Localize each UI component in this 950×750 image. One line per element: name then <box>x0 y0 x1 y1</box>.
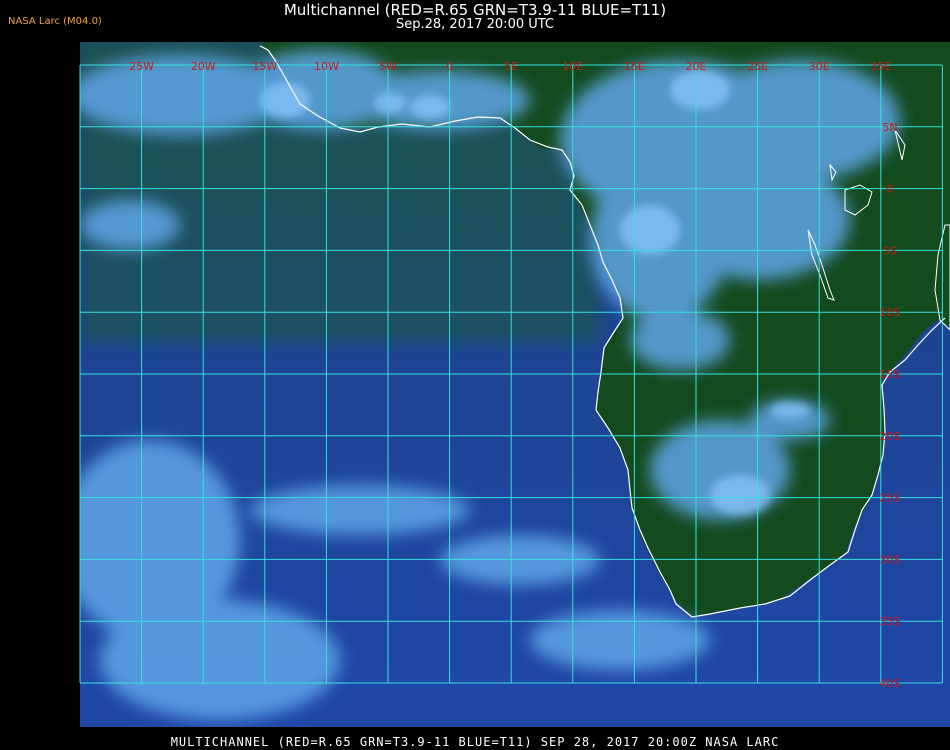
longitude-label: 35E <box>870 60 891 73</box>
latitude-label: 0 <box>887 183 894 196</box>
longitude-label: 15W <box>252 60 277 73</box>
latitude-label: 30S <box>880 553 901 566</box>
longitude-label: 15E <box>624 60 645 73</box>
latitude-label: 10S <box>880 306 901 319</box>
longitude-label: 25E <box>747 60 768 73</box>
longitude-label: 10E <box>562 60 583 73</box>
satellite-map: 25W 20W 15W 10W 5W 0 5E 10E 15E 20E 25E 30E 35E 5N 0 5… <box>79 42 950 727</box>
footer-caption: MULTICHANNEL (RED=R.65 GRN=T3.9-11 BLUE=… <box>170 735 780 749</box>
longitude-label: 5E <box>504 60 518 73</box>
longitude-label: 30E <box>809 60 830 73</box>
latitude-label: 5N <box>882 121 897 134</box>
latitude-label: 25S <box>880 492 901 505</box>
latitude-label: 35S <box>880 615 901 628</box>
longitude-label: 10W <box>314 60 339 73</box>
latitude-label: 20S <box>880 430 901 443</box>
latitude-label: 40S <box>880 677 901 690</box>
longitude-label: 20E <box>686 60 707 73</box>
longitude-label: 25W <box>129 60 154 73</box>
latitude-label: 5S <box>883 244 897 257</box>
latitude-label: 15S <box>880 368 901 381</box>
longitude-label: 0 <box>446 60 453 73</box>
longitude-label: 20W <box>191 60 216 73</box>
longitude-label: 5W <box>379 60 397 73</box>
